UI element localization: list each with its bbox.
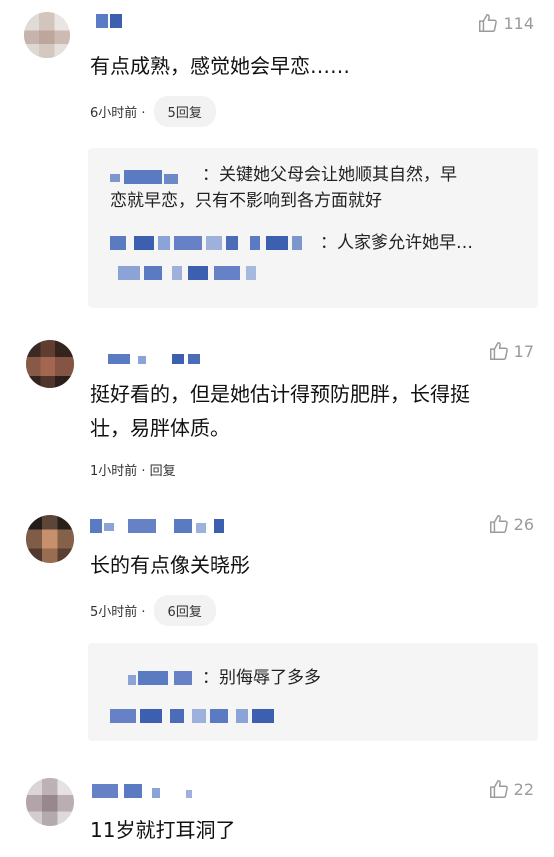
reply-text: ：人家爹允许她早… xyxy=(320,233,473,253)
reply-box[interactable]: ：关键她父母会让她顺其自然，早 恋就早恋，只有不影响到各方面就好 ：人家爹允许她… xyxy=(88,148,538,308)
like-button[interactable]: 17 xyxy=(488,340,534,362)
replies-button[interactable]: 6回复 xyxy=(153,595,216,626)
avatar[interactable] xyxy=(26,340,74,388)
timestamp-reply[interactable]: 1小时前 · 回复 xyxy=(90,460,176,479)
reply-username-blurred[interactable] xyxy=(118,266,278,282)
thumbs-up-icon xyxy=(489,515,508,533)
comment-meta: 6小时前 · 5回复 xyxy=(90,96,216,127)
like-count: 26 xyxy=(513,514,534,534)
reply-box[interactable]: ：别侮辱了多多 xyxy=(88,643,538,741)
reply-username-blurred[interactable] xyxy=(110,236,320,252)
reply-username-blurred[interactable] xyxy=(110,709,280,725)
reply-text-cont: 恋就早恋，只有不影响到各方面就好 xyxy=(110,191,382,211)
username-blurred[interactable] xyxy=(90,519,230,535)
comment-2: 17 挺好看的，但是她估计得预防肥胖，长得挺 壮，易胖体质。 1小时前 · 回复 xyxy=(0,330,554,500)
comment-text: 有点成熟，感觉她会早恋…… xyxy=(90,54,350,78)
username-blurred[interactable] xyxy=(108,350,208,366)
comment-meta: 1小时前 · 回复 xyxy=(90,460,176,479)
comment-text: 长的有点像关晓彤 xyxy=(90,553,250,577)
thumbs-up-icon xyxy=(489,780,508,798)
timestamp: 6小时前 · xyxy=(90,106,146,121)
thumbs-up-icon xyxy=(479,14,498,32)
reply-username-blurred[interactable] xyxy=(110,168,190,184)
comment-4: 22 11岁就打耳洞了 xyxy=(0,770,554,857)
avatar[interactable] xyxy=(26,778,74,826)
like-button[interactable]: 26 xyxy=(488,513,534,535)
avatar[interactable] xyxy=(26,515,74,563)
username-blurred[interactable] xyxy=(90,14,130,30)
like-button[interactable]: 114 xyxy=(477,12,534,34)
reply-username-blurred[interactable] xyxy=(128,671,208,687)
like-count: 114 xyxy=(503,13,534,33)
like-count: 17 xyxy=(513,341,534,361)
reply-text: ：别侮辱了多多 xyxy=(202,668,321,688)
comment-text: 11岁就打耳洞了 xyxy=(90,818,236,842)
comment-text: 挺好看的，但是她估计得预防肥胖，长得挺 xyxy=(90,382,470,406)
timestamp: 5小时前 · xyxy=(90,605,146,620)
replies-button[interactable]: 5回复 xyxy=(153,96,216,127)
reply-text: ：关键她父母会让她顺其自然，早 xyxy=(202,165,457,185)
comment-1: 114 有点成熟，感觉她会早恋…… 6小时前 · 5回复 ：关键她父母会让她顺其… xyxy=(0,0,554,310)
avatar[interactable] xyxy=(24,12,70,58)
comment-text-cont: 壮，易胖体质。 xyxy=(90,416,230,440)
like-button[interactable]: 22 xyxy=(488,778,534,800)
username-blurred[interactable] xyxy=(92,784,222,800)
comment-3: 26 长的有点像关晓彤 5小时前 · 6回复 ：别侮辱了多多 xyxy=(0,505,554,750)
like-count: 22 xyxy=(513,779,534,799)
thumbs-up-icon xyxy=(489,342,508,360)
comment-meta: 5小时前 · 6回复 xyxy=(90,595,216,626)
